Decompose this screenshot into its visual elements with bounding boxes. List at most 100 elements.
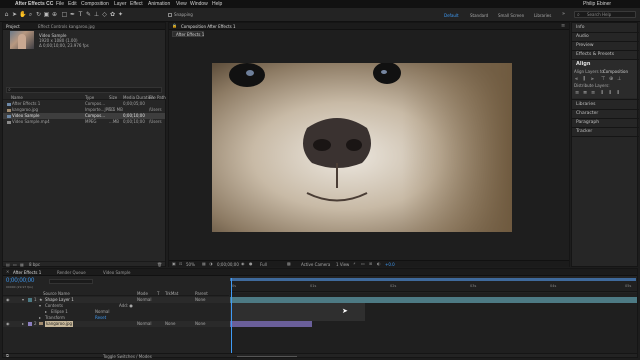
panel-menu-icon[interactable]: ≡ <box>561 23 565 29</box>
transparency-grid-icon[interactable]: ▩ <box>287 261 291 266</box>
flowchart-icon[interactable]: ⊞ <box>369 261 372 266</box>
menu-layer[interactable]: Layer <box>114 1 127 7</box>
stamp-tool-icon[interactable]: ⊥ <box>93 11 100 18</box>
panel-audio[interactable]: Audio <box>576 34 589 39</box>
distribute-right-icon[interactable]: ⦀ <box>617 90 619 96</box>
pen-tool-icon[interactable]: ✒ <box>69 11 76 18</box>
rectangle-tool-icon[interactable]: □ <box>61 11 68 18</box>
layer-row[interactable]: ◉ ▸ 2 kangaroo.jpg Normal None None <box>3 321 231 327</box>
lock-icon[interactable]: 🔒 <box>172 23 177 28</box>
tab-video-sample[interactable]: Video Sample <box>103 270 130 275</box>
new-composition-icon[interactable]: ▦ <box>20 262 24 267</box>
hand-tool-icon[interactable]: ✋ <box>19 11 26 18</box>
composition-viewer-image[interactable] <box>212 63 512 232</box>
snapshot-icon[interactable]: ◉ <box>241 261 245 266</box>
zoom-tool-icon[interactable]: ⌕ <box>27 11 34 18</box>
search-help-field[interactable]: ⌕ Search Help <box>574 11 636 18</box>
column-parent[interactable]: Parent <box>195 291 208 296</box>
always-preview-icon[interactable]: ▣ <box>172 261 176 266</box>
time-ruler[interactable]: 0s 01s 02s 03s 04s 05s <box>230 278 637 292</box>
panel-character[interactable]: Character <box>576 111 598 116</box>
distribute-hcenter-icon[interactable]: ⦀ <box>609 90 611 96</box>
align-right-icon[interactable]: ⫸ <box>591 76 594 82</box>
align-to-dropdown[interactable]: Composition <box>603 69 628 74</box>
current-time-indicator[interactable] <box>231 278 232 353</box>
toggle-switches-icon[interactable]: ⧉ <box>6 353 9 358</box>
workspace-default[interactable]: Default <box>444 13 459 18</box>
distribute-bottom-icon[interactable]: ≡ <box>591 90 595 96</box>
close-tab-icon[interactable]: ✕ <box>6 269 9 274</box>
distribute-left-icon[interactable]: ⦀ <box>601 90 603 96</box>
project-search-input[interactable]: ⌕ <box>6 87 162 93</box>
panel-libraries[interactable]: Libraries <box>576 102 595 107</box>
tab-effect-controls[interactable]: Effect Controls kangaroo.jpg <box>38 24 95 29</box>
panel-info[interactable]: Info <box>576 25 585 30</box>
menu-edit[interactable]: Edit <box>68 1 77 7</box>
column-type[interactable]: Type <box>85 95 94 100</box>
kangaroo-layer-track[interactable] <box>230 321 312 327</box>
panel-effects-presets[interactable]: Effects & Presets <box>576 52 614 57</box>
mask-visibility-icon[interactable]: ◑ <box>209 261 213 266</box>
layer-color-label[interactable] <box>28 298 32 302</box>
align-bottom-icon[interactable]: ⊥ <box>617 76 621 82</box>
column-file-path[interactable]: File Path <box>149 95 166 100</box>
camera-tool-icon[interactable]: ▣ <box>43 11 50 18</box>
menu-app[interactable]: After Effects CC <box>15 1 53 7</box>
zoom-dropdown[interactable]: 50% <box>186 262 195 267</box>
bpc-label[interactable]: 8 bpc <box>29 262 40 267</box>
timeline-timecode[interactable]: 0;00;00;00 <box>6 278 34 284</box>
region-of-interest-icon[interactable]: ⊡ <box>179 261 182 266</box>
menu-window[interactable]: Window <box>190 1 208 7</box>
workspace-small-screen[interactable]: Small Screen <box>498 13 524 18</box>
snapping-checkbox[interactable] <box>168 13 172 17</box>
align-hcenter-icon[interactable]: ⫼ <box>583 76 585 82</box>
layer-mode[interactable]: Normal <box>137 321 151 327</box>
show-channel-icon[interactable]: ● <box>249 261 253 266</box>
menu-file[interactable]: File <box>56 1 64 7</box>
camera-dropdown[interactable]: Active Camera <box>301 262 330 267</box>
project-item[interactable]: Video Sample.mp4 MPEG ...MB 0;00;10;00 /… <box>3 119 165 125</box>
tab-project[interactable]: Project <box>6 24 20 29</box>
column-mode[interactable]: Mode <box>137 291 148 296</box>
fast-preview-icon[interactable]: ⚡ <box>353 261 356 266</box>
roto-brush-icon[interactable]: ✿ <box>109 11 116 18</box>
column-t[interactable]: T <box>157 291 159 296</box>
composition-subtab[interactable]: After Effects 1 <box>172 31 204 37</box>
align-vcenter-icon[interactable]: ⊕ <box>609 76 613 82</box>
puppet-tool-icon[interactable]: ✦ <box>117 11 124 18</box>
trash-icon[interactable]: 🗑 <box>157 262 162 267</box>
menu-help[interactable]: Help <box>212 1 222 7</box>
column-trkmat[interactable]: TrkMat <box>165 291 178 296</box>
exposure-icon[interactable]: ◐ <box>377 261 381 266</box>
workspace-libraries[interactable]: Libraries <box>534 13 551 18</box>
pan-behind-tool-icon[interactable]: ⊕ <box>51 11 58 18</box>
selection-tool-icon[interactable]: ➤ <box>11 11 18 18</box>
align-left-icon[interactable]: ⫷ <box>575 76 578 82</box>
eraser-tool-icon[interactable]: ◇ <box>101 11 108 18</box>
layer-color-label[interactable] <box>28 322 32 326</box>
exposure-value[interactable]: +0.0 <box>385 262 395 267</box>
expand-arrow-icon[interactable]: ▸ <box>22 321 24 327</box>
rotate-tool-icon[interactable]: ↻ <box>35 11 42 18</box>
brush-tool-icon[interactable]: ✎ <box>85 11 92 18</box>
timeline-icon[interactable]: ▭ <box>361 261 365 266</box>
distribute-vcenter-icon[interactable]: ≣ <box>583 90 587 96</box>
layer-name[interactable]: kangaroo.jpg <box>45 321 74 327</box>
menu-animation[interactable]: Animation <box>148 1 170 7</box>
workspace-overflow-icon[interactable]: » <box>562 11 565 17</box>
column-name[interactable]: Name <box>11 95 23 100</box>
tab-timeline-comp[interactable]: After Effects 1 <box>13 270 41 275</box>
layer-trkmat[interactable]: None <box>165 321 175 327</box>
resolution-dropdown[interactable]: Full <box>260 262 267 267</box>
current-time-display[interactable]: 0;00;00;00 <box>217 262 239 267</box>
menu-composition[interactable]: Composition <box>81 1 109 7</box>
zoom-slider[interactable] <box>237 356 297 357</box>
work-area-bar[interactable] <box>230 278 636 281</box>
tab-composition[interactable]: Composition After Effects 1 <box>181 24 236 29</box>
timeline-search-input[interactable] <box>49 279 93 284</box>
visibility-eye-icon[interactable]: ◉ <box>6 321 10 327</box>
toggle-switches-modes[interactable]: Toggle Switches / Modes <box>103 354 152 359</box>
view-layout-dropdown[interactable]: 1 View <box>336 262 349 267</box>
panel-preview[interactable]: Preview <box>576 43 594 48</box>
distribute-top-icon[interactable]: ≡ <box>575 90 579 96</box>
